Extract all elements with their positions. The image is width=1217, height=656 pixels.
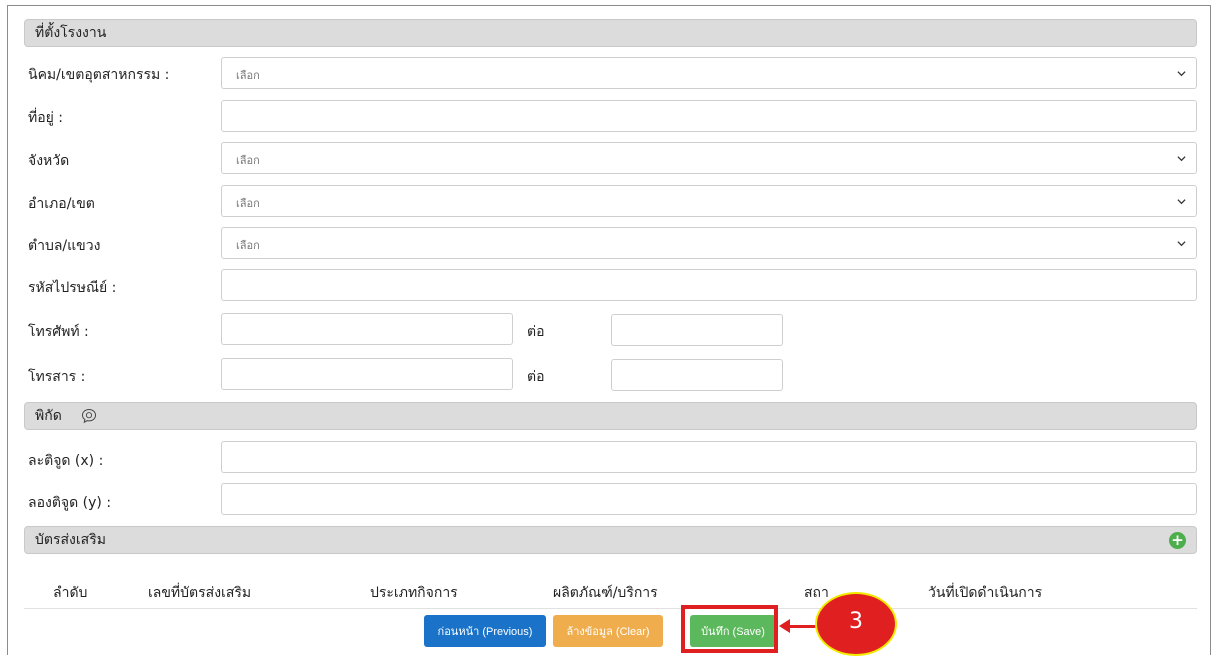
clear-button[interactable]: ล้างข้อมูล (Clear) xyxy=(553,615,663,647)
district-select-value: เลือก xyxy=(236,197,260,210)
column-header: เลขที่บัตรส่งเสริม xyxy=(148,585,252,601)
chevron-down-icon xyxy=(1177,199,1186,205)
column-header: วันที่เปิดดำเนินการ xyxy=(928,585,1043,601)
table-divider xyxy=(24,608,1197,609)
estate-select[interactable]: เลือก xyxy=(221,57,1197,89)
column-header: สถา xyxy=(804,585,829,601)
longitude-input[interactable] xyxy=(221,483,1197,515)
postal-input[interactable] xyxy=(221,269,1197,301)
section-header-promotion: บัตรส่งเสริม xyxy=(24,526,1197,554)
chevron-down-icon xyxy=(1177,71,1186,77)
fax-input[interactable] xyxy=(221,358,513,390)
arrow-left-icon xyxy=(779,619,790,633)
province-select-value: เลือก xyxy=(236,154,260,167)
phone-ext-input[interactable] xyxy=(611,314,783,346)
longitude-label: ลองติจูด (y) : xyxy=(28,495,112,511)
latitude-input[interactable] xyxy=(221,441,1197,473)
estate-label: นิคม/เขตอุตสาหกรรม : xyxy=(28,67,170,83)
address-label: ที่อยู่ : xyxy=(28,110,64,126)
subdistrict-select[interactable]: เลือก xyxy=(221,227,1197,259)
district-select[interactable]: เลือก xyxy=(221,185,1197,217)
address-input[interactable] xyxy=(221,100,1197,132)
province-label: จังหวัด xyxy=(28,153,70,169)
add-icon[interactable]: + xyxy=(1169,532,1186,549)
postal-label: รหัสไปรษณีย์ : xyxy=(28,280,117,296)
fax-label: โทรสาร : xyxy=(28,369,86,385)
chevron-down-icon xyxy=(1177,156,1186,162)
coordinates-title: พิกัด xyxy=(35,408,62,424)
province-select[interactable]: เลือก xyxy=(221,142,1197,174)
latitude-label: ละติจูด (x) : xyxy=(28,453,104,469)
fax-ext-label: ต่อ xyxy=(527,369,545,385)
phone-input[interactable] xyxy=(221,313,513,345)
section-header-coordinates: พิกัด xyxy=(24,402,1197,430)
district-label: อำเภอ/เขต xyxy=(28,196,95,212)
column-header: ผลิตภัณฑ์/บริการ xyxy=(553,585,658,601)
column-header: ลำดับ xyxy=(53,585,88,601)
phone-label: โทรศัพท์ : xyxy=(28,324,89,340)
subdistrict-select-value: เลือก xyxy=(236,239,260,252)
column-header: ประเภทกิจการ xyxy=(370,585,458,601)
step-number-badge: 3 xyxy=(815,592,897,656)
save-highlight-box xyxy=(681,605,778,653)
annotation-arrow-line xyxy=(786,625,818,628)
section-header-location: ที่ตั้งโรงงาน xyxy=(24,19,1197,47)
previous-button[interactable]: ก่อนหน้า (Previous) xyxy=(424,615,546,647)
info-icon[interactable] xyxy=(81,408,97,424)
subdistrict-label: ตำบล/แขวง xyxy=(28,238,101,254)
fax-ext-input[interactable] xyxy=(611,359,783,391)
chevron-down-icon xyxy=(1177,241,1186,247)
phone-ext-label: ต่อ xyxy=(527,324,545,340)
estate-select-value: เลือก xyxy=(236,69,260,82)
